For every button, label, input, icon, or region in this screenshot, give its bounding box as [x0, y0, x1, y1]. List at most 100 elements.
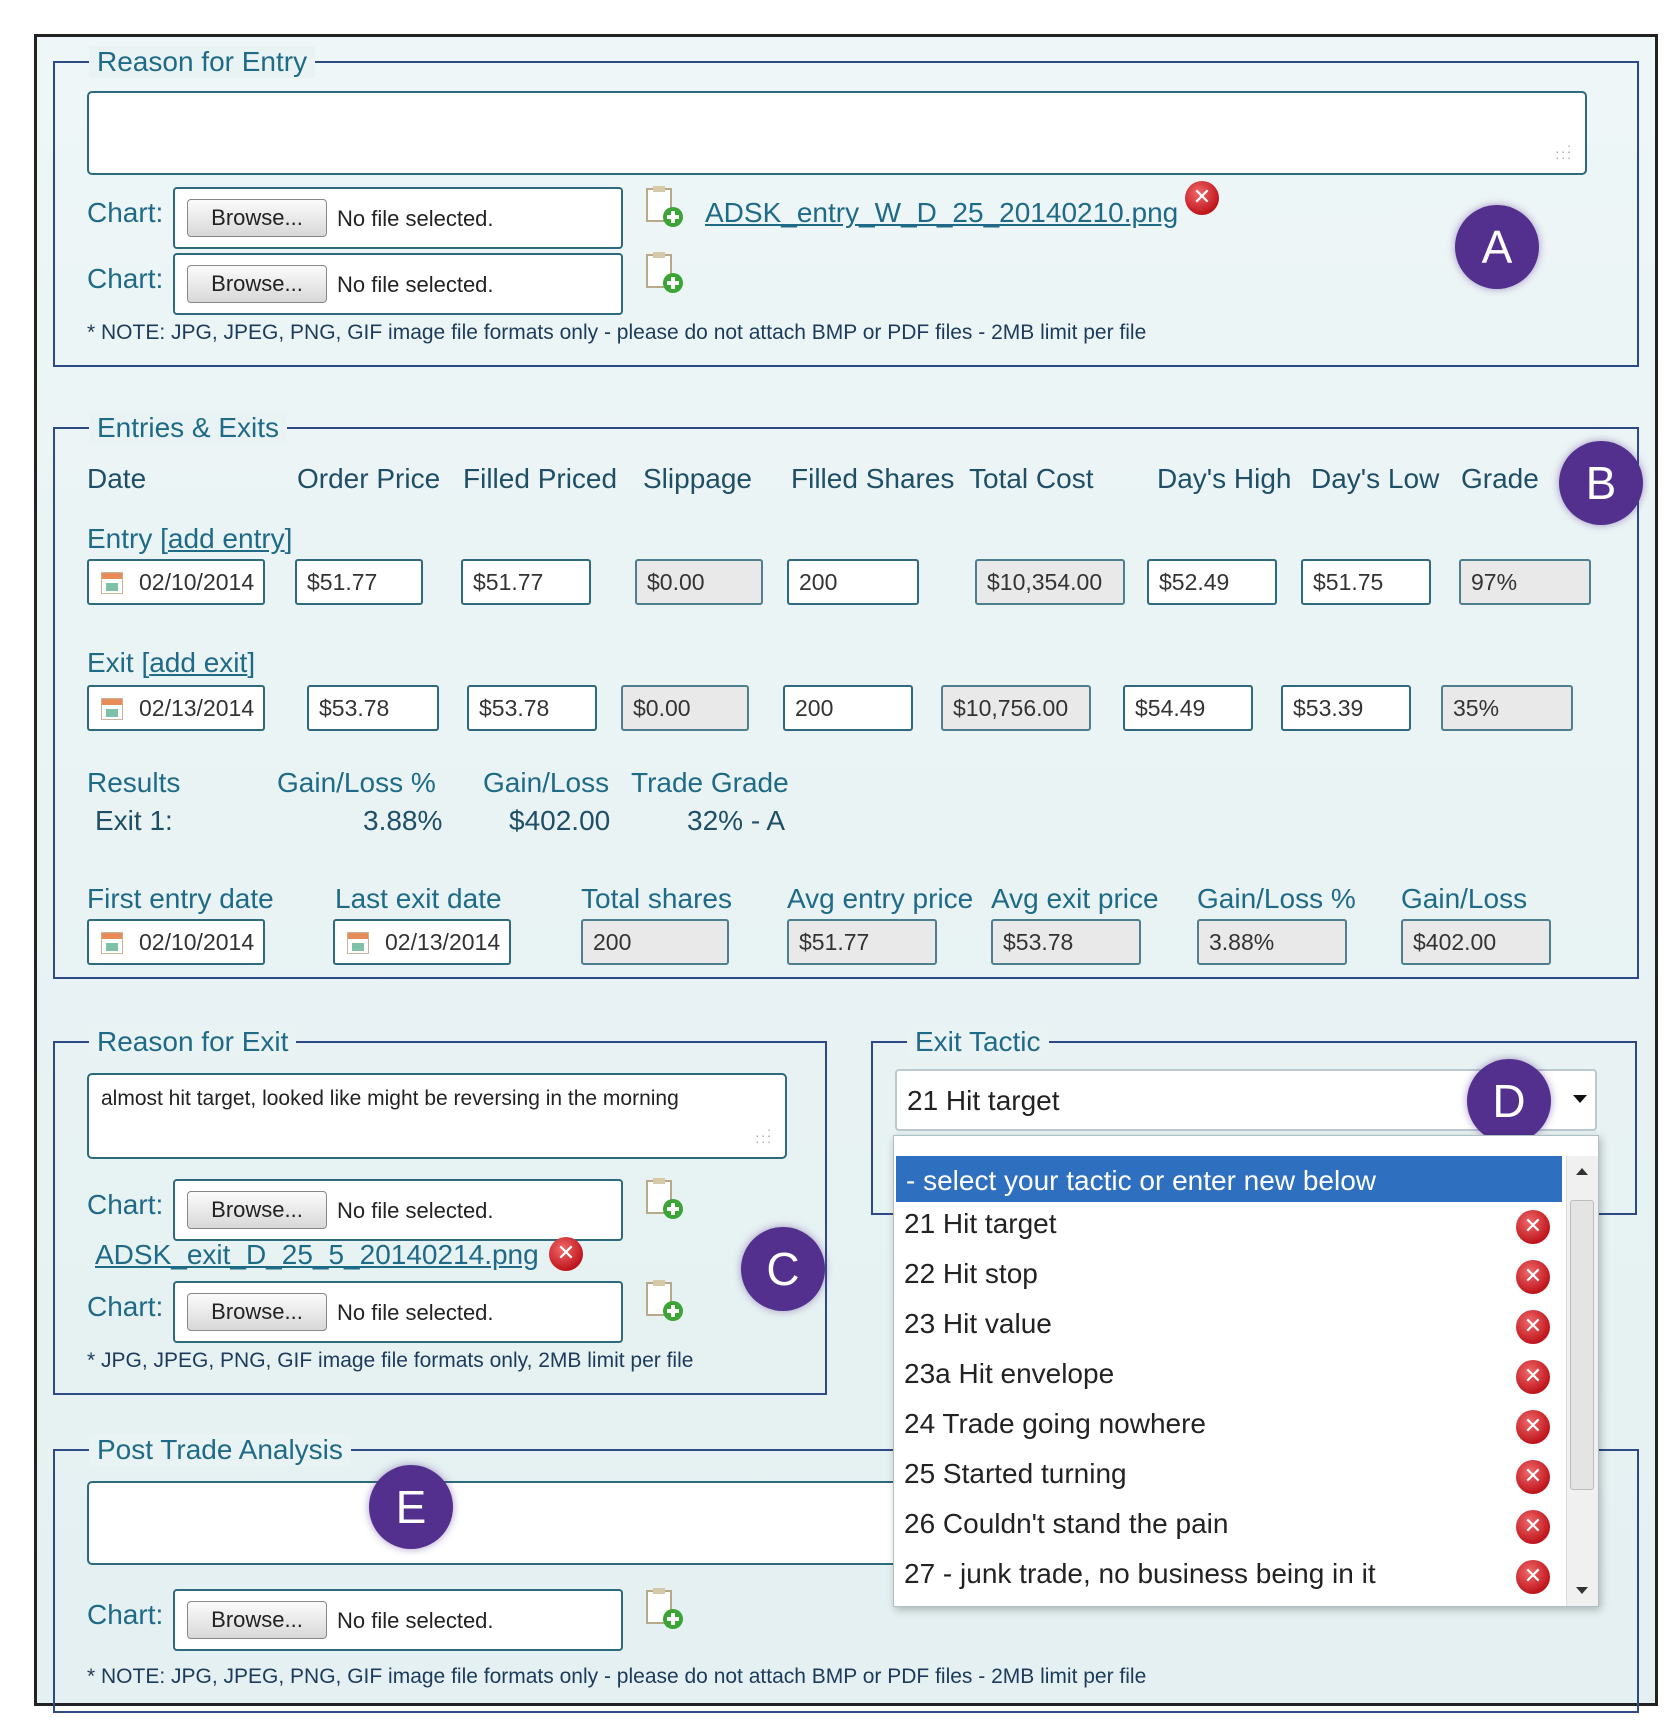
entry-days-high-input[interactable]: $52.49	[1147, 559, 1277, 605]
dropdown-option[interactable]: 24 Trade going nowhere	[904, 1408, 1206, 1440]
resize-grip-icon[interactable]: . ::::	[751, 1125, 773, 1147]
column-header: Day's High	[1157, 463, 1292, 494]
attached-file-link[interactable]: ADSK_entry_W_D_25_20140210.png	[705, 197, 1178, 229]
chart-label: Chart:	[87, 1189, 164, 1220]
file-status: No file selected.	[337, 1300, 494, 1325]
dropdown-option[interactable]: 27 - junk trade, no business being in it	[904, 1558, 1376, 1590]
chart-file-input-2[interactable]: Browse... No file selected.	[173, 1281, 623, 1343]
browse-button[interactable]: Browse...	[187, 1191, 327, 1229]
summary-header: Gain/Loss	[1401, 883, 1528, 914]
add-entry-link[interactable]: add entry	[168, 523, 285, 554]
total-shares-value: 200	[581, 919, 729, 965]
scroll-up-arrow-icon[interactable]	[1576, 1168, 1588, 1175]
exit-order-price-input[interactable]: $53.78	[307, 685, 439, 731]
exit-tactic-dropdown-list[interactable]: - select your tactic or enter new below …	[893, 1135, 1599, 1607]
add-file-icon[interactable]	[643, 1279, 685, 1325]
remove-icon[interactable]: ✕	[1185, 181, 1219, 215]
chart-label: Chart:	[87, 197, 164, 228]
calendar-icon[interactable]	[101, 698, 123, 720]
scroll-down-arrow-icon[interactable]	[1576, 1587, 1588, 1594]
remove-icon[interactable]: ✕	[1516, 1510, 1550, 1544]
browse-button[interactable]: Browse...	[187, 265, 327, 303]
dropdown-option[interactable]: 21 Hit target	[904, 1208, 1057, 1240]
calendar-icon[interactable]	[101, 932, 123, 954]
attached-file-link[interactable]: ADSK_exit_D_25_5_20140214.png	[95, 1239, 539, 1271]
last-exit-date-value: 02/13/2014	[385, 929, 501, 955]
entry-grade-value: 97%	[1459, 559, 1591, 605]
file-format-note: * JPG, JPEG, PNG, GIF image file formats…	[87, 1349, 694, 1372]
add-file-icon[interactable]	[643, 251, 685, 297]
chart-label: Chart:	[87, 263, 164, 294]
file-format-note: * NOTE: JPG, JPEG, PNG, GIF image file f…	[87, 1665, 1147, 1688]
browse-button[interactable]: Browse...	[187, 199, 327, 237]
avg-entry-price-value: $51.77	[787, 919, 937, 965]
callout-badge-c: C	[741, 1227, 825, 1311]
add-file-icon[interactable]	[643, 1177, 685, 1223]
exit-days-high-input[interactable]: $54.49	[1123, 685, 1253, 731]
remove-icon[interactable]: ✕	[1516, 1410, 1550, 1444]
results-row-label: Exit 1:	[95, 805, 173, 836]
add-file-icon[interactable]	[643, 185, 685, 231]
dropdown-option[interactable]: 25 Started turning	[904, 1458, 1127, 1490]
dropdown-option-placeholder[interactable]: - select your tactic or enter new below	[896, 1156, 1562, 1202]
add-file-icon[interactable]	[643, 1587, 685, 1633]
avg-exit-price-value: $53.78	[991, 919, 1141, 965]
entry-order-price-input[interactable]: $51.77	[295, 559, 423, 605]
entries-exits-section: Entries & Exits Date Order Price Filled …	[53, 412, 1643, 979]
first-entry-date-input[interactable]: 02/10/2014	[87, 919, 265, 965]
exit-total-cost-value: $10,756.00	[941, 685, 1091, 731]
chart-file-input-1[interactable]: Browse... No file selected.	[173, 187, 623, 249]
remove-icon[interactable]: ✕	[549, 1237, 583, 1271]
gain-loss-percent-value: 3.88%	[1197, 919, 1347, 965]
chart-label: Chart:	[87, 1599, 164, 1630]
remove-icon[interactable]: ✕	[1516, 1360, 1550, 1394]
entry-days-low-input[interactable]: $51.75	[1301, 559, 1431, 605]
dropdown-option[interactable]: 26 Couldn't stand the pain	[904, 1508, 1228, 1540]
scrollbar-thumb[interactable]	[1570, 1200, 1594, 1490]
file-status: No file selected.	[337, 272, 494, 297]
resize-grip-icon[interactable]: . ::::	[1551, 141, 1573, 163]
reason-for-entry-textarea[interactable]: . ::::	[87, 91, 1587, 175]
column-header: Day's Low	[1311, 463, 1440, 494]
calendar-icon[interactable]	[347, 932, 369, 954]
remove-icon[interactable]: ✕	[1516, 1210, 1550, 1244]
post-trade-analysis-legend: Post Trade Analysis	[89, 1434, 351, 1466]
entry-filled-shares-input[interactable]: 200	[787, 559, 919, 605]
column-header: Slippage	[643, 463, 752, 494]
exit-tactic-selected-value: 21 Hit target	[907, 1085, 1060, 1116]
dropdown-scrollbar[interactable]	[1566, 1156, 1598, 1606]
chevron-down-icon[interactable]	[1573, 1095, 1587, 1103]
results-header: Gain/Loss %	[277, 767, 436, 798]
entry-date-value: 02/10/2014	[139, 569, 255, 595]
reason-for-exit-textarea[interactable]: almost hit target, looked like might be …	[87, 1073, 787, 1159]
exit-date-input[interactable]: 02/13/2014	[87, 685, 265, 731]
remove-icon[interactable]: ✕	[1516, 1460, 1550, 1494]
exit-filled-price-input[interactable]: $53.78	[467, 685, 597, 731]
callout-badge-d: D	[1467, 1059, 1551, 1143]
reason-for-exit-section: Reason for Exit almost hit target, looke…	[53, 1026, 827, 1395]
callout-badge-a: A	[1455, 205, 1539, 289]
remove-icon[interactable]: ✕	[1516, 1260, 1550, 1294]
dropdown-option[interactable]: 23 Hit value	[904, 1308, 1052, 1340]
browse-button[interactable]: Browse...	[187, 1601, 327, 1639]
chart-file-input-1[interactable]: Browse... No file selected.	[173, 1589, 623, 1651]
last-exit-date-input[interactable]: 02/13/2014	[333, 919, 511, 965]
dropdown-option[interactable]: 23a Hit envelope	[904, 1358, 1114, 1390]
remove-icon[interactable]: ✕	[1516, 1560, 1550, 1594]
add-exit-link[interactable]: add exit	[149, 647, 247, 678]
calendar-icon[interactable]	[101, 572, 123, 594]
chart-file-input-2[interactable]: Browse... No file selected.	[173, 253, 623, 315]
exit-days-low-input[interactable]: $53.39	[1281, 685, 1411, 731]
dropdown-option[interactable]: 22 Hit stop	[904, 1258, 1038, 1290]
chart-file-input-1[interactable]: Browse... No file selected.	[173, 1179, 623, 1241]
entry-slippage-value: $0.00	[635, 559, 763, 605]
browse-button[interactable]: Browse...	[187, 1293, 327, 1331]
exit-label: Exit [	[87, 647, 150, 678]
column-header: Filled Priced	[463, 463, 618, 494]
exit-filled-shares-input[interactable]: 200	[783, 685, 913, 731]
entry-filled-price-input[interactable]: $51.77	[461, 559, 591, 605]
results-header: Results	[87, 767, 181, 798]
entry-label: Entry [	[87, 523, 168, 554]
remove-icon[interactable]: ✕	[1516, 1310, 1550, 1344]
entry-date-input[interactable]: 02/10/2014	[87, 559, 265, 605]
